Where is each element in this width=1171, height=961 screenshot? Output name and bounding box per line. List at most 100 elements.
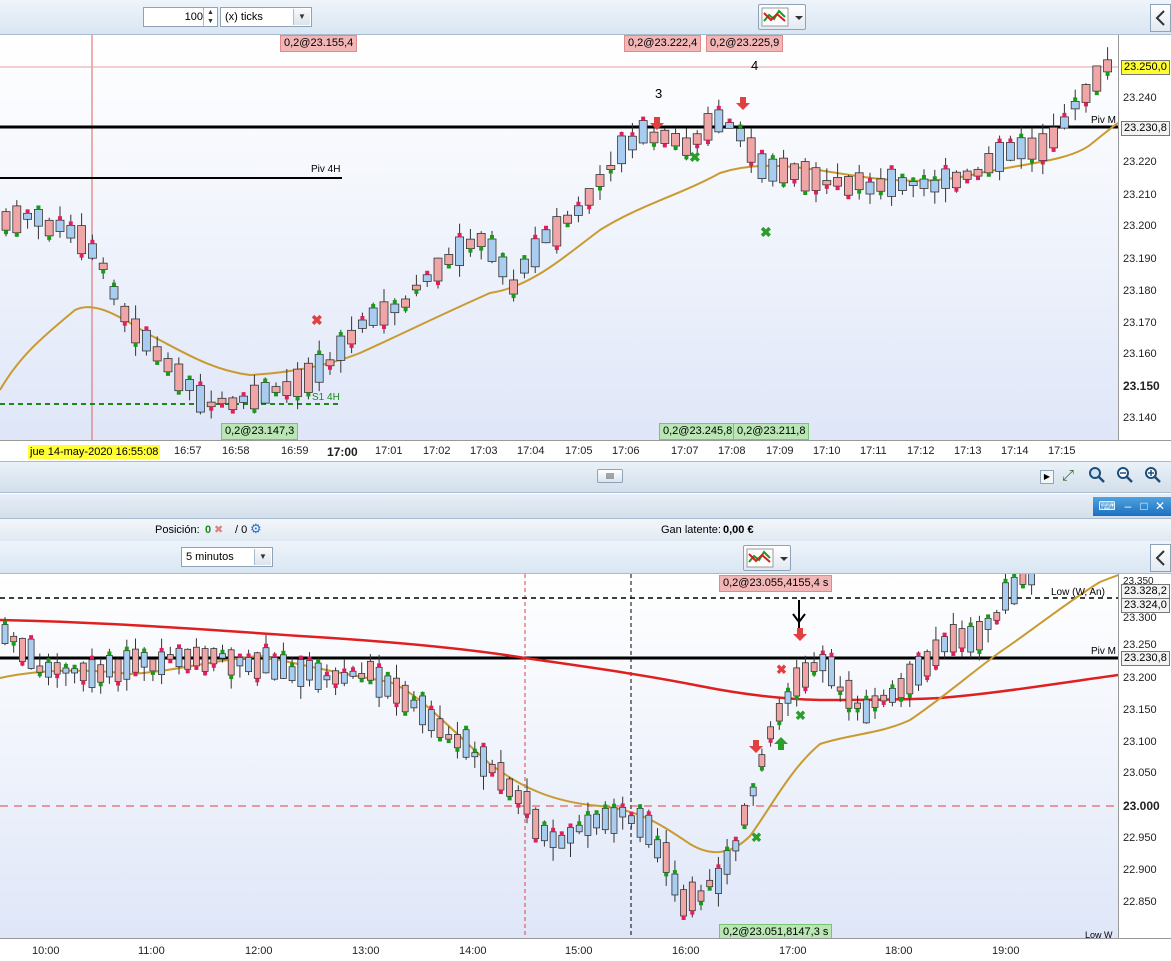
bearish-candle <box>379 301 389 326</box>
volume-dot <box>142 648 147 653</box>
time-tick: 18:00 <box>885 945 913 957</box>
indicators-button-2[interactable] <box>743 545 791 571</box>
zoom-out-icon[interactable] <box>1116 466 1134 487</box>
sell-order-tag[interactable]: 0,2@23.222,4 <box>624 35 702 52</box>
sell-order-tag[interactable]: 0,2@23.225,9 <box>706 35 784 52</box>
volume-dot <box>542 821 547 826</box>
volume-dot <box>792 179 797 184</box>
volume-dot <box>533 838 538 843</box>
scroll-thumb[interactable] <box>597 469 623 483</box>
buy-order-tag[interactable]: 0,2@23.147,3 <box>221 423 299 440</box>
volume-dot <box>185 669 190 674</box>
minimize-icon[interactable]: – <box>1121 497 1135 516</box>
collapse-panel-button[interactable] <box>1150 4 1171 32</box>
volume-dot <box>382 325 386 330</box>
volume-dot <box>878 191 883 196</box>
sell-order-tag[interactable]: 0,2@23.055,4155,4 s <box>719 575 833 592</box>
volume-dot <box>646 811 651 816</box>
bearish-candle <box>444 254 454 265</box>
zoom-in-icon[interactable] <box>1144 466 1162 487</box>
bullish-candle <box>368 307 378 326</box>
indicators-button[interactable] <box>758 4 806 30</box>
sell-order-tag[interactable]: 0,2@23.155,4 <box>280 35 358 52</box>
bullish-candle <box>62 667 70 674</box>
bearish-candle <box>476 232 486 247</box>
scroll-right-icon[interactable]: ▶ <box>1040 470 1054 484</box>
volume-dot <box>768 738 773 743</box>
bearish-candle <box>325 359 335 367</box>
collapse-panel-button-2[interactable] <box>1150 544 1171 572</box>
zoom-auto-icon[interactable] <box>1088 466 1106 487</box>
volume-dot <box>629 811 634 816</box>
bearish-candle <box>703 113 713 141</box>
maximize-icon[interactable]: □ <box>1137 497 1151 516</box>
volume-dot <box>997 138 1002 143</box>
volume-dot <box>751 783 756 788</box>
volume-dot <box>511 294 516 299</box>
keyboard-icon[interactable]: ⌨ <box>1097 497 1117 516</box>
bullish-candle <box>1002 582 1009 611</box>
auto-scroll-icon[interactable]: ⤢ <box>1062 467 1074 484</box>
bullish-candle <box>422 274 432 282</box>
volume-dot <box>455 747 460 752</box>
price-tick: 23.150 <box>1123 704 1157 716</box>
bearish-candle <box>132 648 139 673</box>
volume-dot <box>3 620 7 625</box>
volume-dot <box>781 182 786 187</box>
volume-dot <box>638 804 643 809</box>
tick-chart-plot[interactable]: ✖ ✖ ✖ <box>0 35 1119 440</box>
price-tick: 23.300 <box>1123 612 1157 624</box>
time-tick: 17:11 <box>860 445 887 457</box>
volume-dot <box>457 232 462 237</box>
time-tick: 17:01 <box>375 445 403 457</box>
close-icon[interactable]: ✕ <box>1153 497 1167 516</box>
bearish-candle <box>671 133 680 147</box>
bullish-candle <box>714 109 724 133</box>
volume-dot <box>403 711 408 716</box>
volume-dot <box>932 176 937 181</box>
bullish-candle <box>645 814 653 846</box>
bullish-candle <box>314 354 324 383</box>
time-tick: 15:00 <box>565 945 593 957</box>
gear-icon[interactable]: ⚙ <box>250 521 262 537</box>
price-tick: 23.000 <box>1123 799 1160 813</box>
volume-dot <box>338 332 343 337</box>
bullish-candle <box>357 319 367 329</box>
volume-dot <box>464 725 469 730</box>
buy-order-tag[interactable]: 0,2@23.245,8 <box>659 423 737 440</box>
chart-scrollbar[interactable] <box>0 461 1171 493</box>
price-box-2: 23.324,0 <box>1121 598 1170 613</box>
close-position-icon[interactable]: ✖ <box>214 523 223 536</box>
spinner-arrows-icon[interactable]: ▲ ▼ <box>203 8 217 26</box>
volume-dot <box>803 687 808 692</box>
cursor-time-box: jue 14-may-2020 16:55:08 <box>28 445 161 459</box>
volume-dot <box>446 739 451 744</box>
volume-dot <box>814 190 818 195</box>
timeframe-select[interactable]: 5 minutos ▼ <box>181 547 273 567</box>
volume-dot <box>58 216 62 221</box>
bearish-candle <box>906 663 914 695</box>
buy-order-tag[interactable]: 0,2@23.211,8 <box>733 423 810 440</box>
volume-dot <box>1019 133 1024 138</box>
bearish-candle <box>746 137 756 163</box>
volume-dot <box>90 655 94 660</box>
bearish-candle <box>201 648 209 672</box>
bearish-candle <box>18 637 26 663</box>
volume-dot <box>690 910 695 915</box>
bottom-price-axis[interactable] <box>1118 574 1171 938</box>
volume-dot <box>899 697 904 702</box>
bullish-candle <box>601 808 609 831</box>
bearish-candle <box>514 790 522 804</box>
volume-dot <box>933 665 938 670</box>
chevron-down-icon[interactable]: ▼ <box>254 549 271 565</box>
5min-chart-plot[interactable]: ✖ ✖ ✖ <box>0 556 1119 938</box>
volume-dot <box>684 155 689 160</box>
time-tick: 16:58 <box>222 445 250 457</box>
chevron-down-icon[interactable]: ▼ <box>293 9 310 25</box>
interval-select[interactable]: (x) ticks ▼ <box>220 7 312 27</box>
bearish-candle <box>465 238 475 250</box>
bullish-candle <box>195 385 205 413</box>
volume-dot <box>846 195 851 200</box>
bullish-candle <box>736 128 745 142</box>
volume-dot <box>490 235 494 240</box>
